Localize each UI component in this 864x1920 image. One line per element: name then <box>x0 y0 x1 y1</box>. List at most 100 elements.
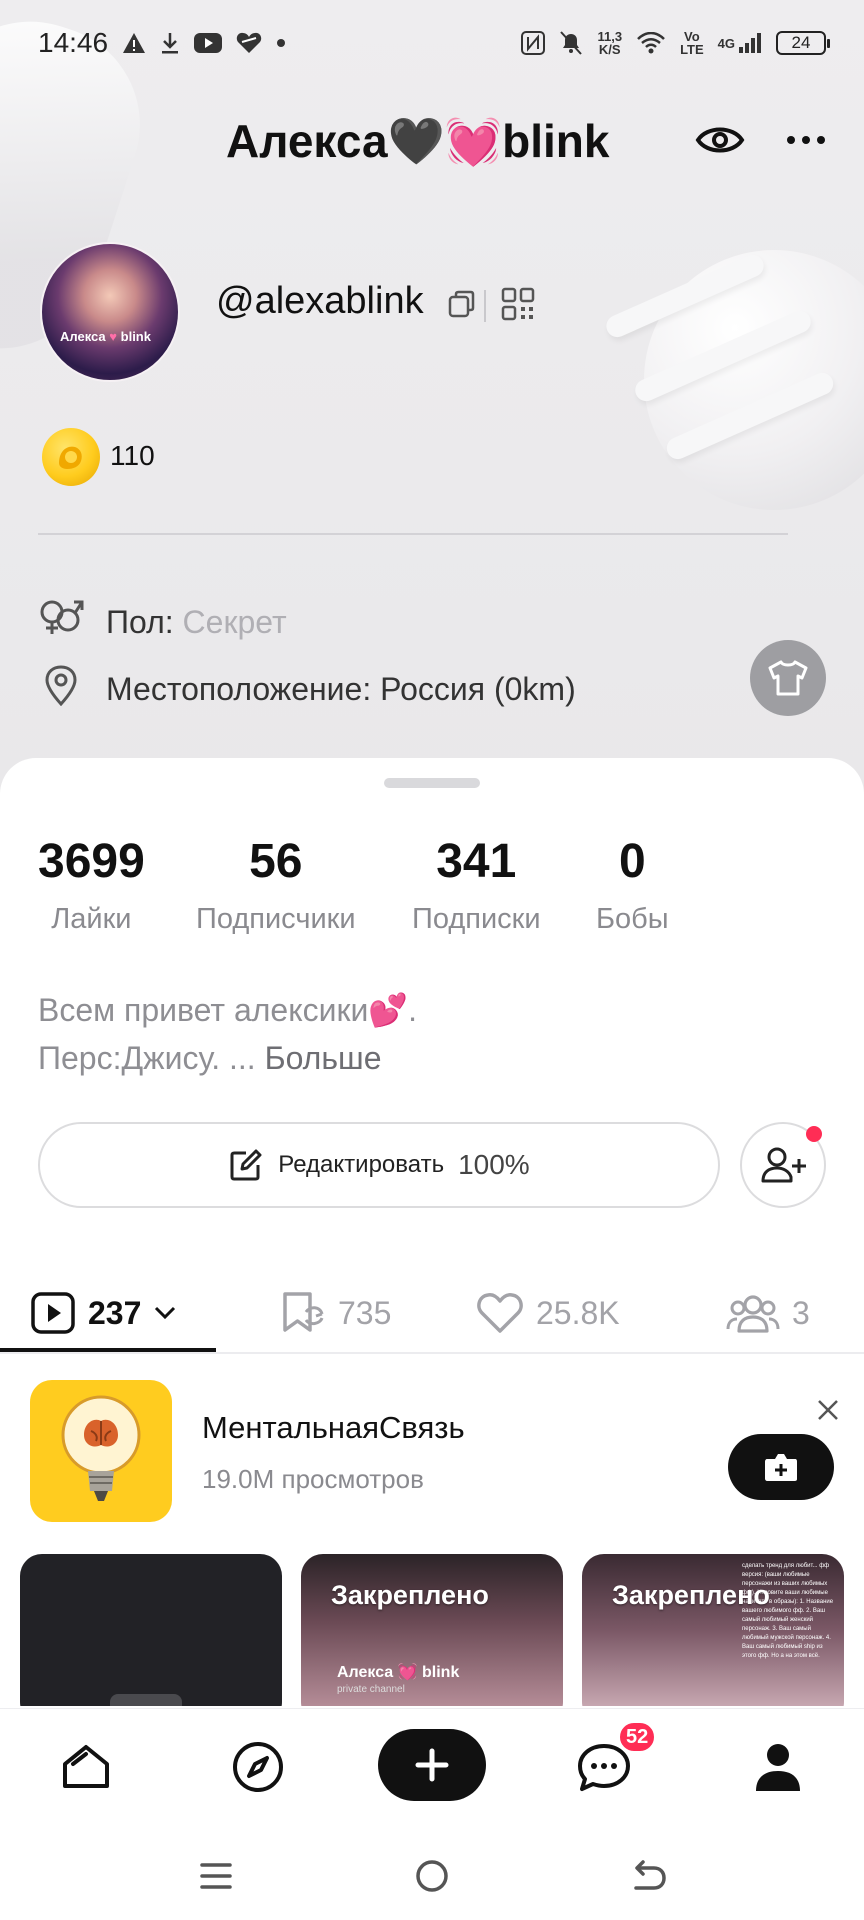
video-icon <box>31 1292 75 1334</box>
video-thumbnail[interactable] <box>20 1554 282 1706</box>
health-heart-icon <box>236 31 262 55</box>
copy-icon[interactable] <box>446 288 478 325</box>
thumbnail-text: сделать тренд для любит... фф версия: (в… <box>742 1563 834 1659</box>
stat-value: 341 <box>436 835 517 888</box>
location-pin-icon <box>38 664 84 714</box>
nav-home[interactable] <box>52 1733 120 1801</box>
home-system-button[interactable] <box>410 1854 454 1898</box>
nav-discover[interactable] <box>224 1733 292 1801</box>
nav-profile[interactable] <box>744 1733 812 1801</box>
stat-label: Подписки <box>412 903 541 935</box>
edit-profile-button[interactable]: Редактировать 100% <box>38 1122 720 1208</box>
video-thumbnail[interactable]: Закреплено Алекса 💓 blink private channe… <box>301 1554 563 1706</box>
youtube-icon <box>194 33 223 53</box>
pink-heart-emoji: 💓 <box>444 115 503 167</box>
pinned-label: Закреплено <box>612 1580 770 1610</box>
video-thumbnail[interactable]: сделать тренд для любит... фф версия: (в… <box>582 1554 844 1706</box>
profile-header: Алекса🖤💓blink <box>0 108 864 178</box>
avatar[interactable]: Алекса ♥ blink <box>40 242 180 382</box>
tab-reposts[interactable]: 735 <box>280 1276 391 1350</box>
stat-likes[interactable]: 3699 Лайки <box>38 834 145 936</box>
black-heart-emoji: 🖤 <box>387 115 445 167</box>
chevron-down-icon <box>155 1306 176 1320</box>
stat-label: Подписчики <box>196 903 356 935</box>
pinned-label: Закреплено <box>331 1580 489 1610</box>
visitors-eye-button[interactable] <box>692 112 748 168</box>
thumbnail-watermark: Алекса 💓 blink <box>337 1664 460 1681</box>
tab-count: 25.8K <box>536 1294 620 1331</box>
back-system-button[interactable] <box>626 1854 670 1898</box>
back-arrow-icon <box>634 1860 666 1890</box>
promo-thumbnail <box>30 1380 172 1522</box>
battery-level: 24 <box>791 33 811 52</box>
bottom-navigation: 52 <box>0 1708 864 1824</box>
tab-liked[interactable]: 25.8K <box>476 1276 620 1350</box>
gender-row: Пол: Секрет <box>38 598 287 646</box>
nfc-icon <box>521 31 546 55</box>
nav-create-button[interactable] <box>378 1729 486 1801</box>
stat-label: Лайки <box>51 903 132 935</box>
stat-value: 3699 <box>38 835 145 888</box>
stat-value: 0 <box>618 835 646 888</box>
thumbnail-subtext: private channel <box>337 1684 405 1695</box>
signal-icon: 4G <box>718 32 762 54</box>
title-text-right: blink <box>502 115 610 167</box>
recent-apps-button[interactable] <box>194 1854 238 1898</box>
group-icon <box>726 1295 780 1333</box>
location-label: Местоположение: Россия (0km) <box>106 670 576 707</box>
promo-create-button[interactable] <box>728 1434 834 1500</box>
profile-icon <box>756 1744 800 1791</box>
more-options-button[interactable] <box>778 112 834 168</box>
profile-title: Алекса🖤💓blink <box>226 114 609 169</box>
sheet-handle[interactable] <box>384 778 480 788</box>
gender-value: Секрет <box>182 603 287 640</box>
outfit-button[interactable] <box>750 640 826 716</box>
title-text-left: Алекса <box>226 115 388 167</box>
tab-groups[interactable]: 3 <box>726 1276 810 1350</box>
system-navigation-bar <box>0 1824 864 1920</box>
stat-value: 56 <box>249 835 303 888</box>
download-icon <box>160 31 180 55</box>
coin-count: 110 <box>110 440 155 471</box>
battery-icon: 24 <box>776 31 830 55</box>
eye-icon <box>695 127 745 153</box>
username: @alexablink <box>216 280 424 322</box>
promo-title: МентальнаяСвязь <box>202 1410 465 1445</box>
stat-following[interactable]: 341 Подписки <box>412 834 541 936</box>
lightbulb-brain-icon <box>61 1395 141 1501</box>
edit-icon <box>230 1149 262 1181</box>
tab-count: 3 <box>792 1294 810 1331</box>
profile-completion-percent: 100% <box>458 1149 530 1180</box>
qr-code-icon[interactable] <box>500 286 536 327</box>
home-icon <box>63 1745 109 1788</box>
coin-icon[interactable] <box>42 428 100 486</box>
gender-icon <box>38 598 84 646</box>
add-user-icon <box>761 1147 806 1183</box>
net-speed: 11,3 K/S <box>597 29 623 57</box>
status-time: 14:46 <box>38 27 109 58</box>
volte-indicator: Vo LTE <box>680 29 704 57</box>
add-friend-button[interactable] <box>740 1122 826 1208</box>
stat-label: Бобы <box>596 903 669 935</box>
username-divider <box>484 290 486 322</box>
warning-icon <box>122 32 146 54</box>
promo-banner[interactable]: МентальнаяСвязь 19.0M просмотров <box>0 1370 864 1530</box>
messages-badge: 52 <box>618 1721 657 1753</box>
dot-icon <box>276 38 286 48</box>
bio-more-link[interactable]: Больше <box>265 1040 382 1076</box>
stat-beans[interactable]: 0 Бобы <box>596 834 669 936</box>
mute-bell-icon <box>559 30 583 56</box>
bio-line: Всем привет алексики💕. <box>38 992 418 1028</box>
tab-videos[interactable]: 237 <box>30 1276 177 1350</box>
tab-count: 735 <box>338 1294 392 1331</box>
compass-icon <box>233 1742 283 1792</box>
heart-icon <box>477 1293 523 1333</box>
tabs-divider <box>0 1352 864 1354</box>
divider <box>38 533 788 535</box>
close-icon <box>818 1400 838 1420</box>
camera-placeholder-icon <box>110 1694 182 1706</box>
stat-followers[interactable]: 56 Подписчики <box>196 834 356 936</box>
bio[interactable]: Всем привет алексики💕. Перс:Джису. ... Б… <box>38 986 417 1082</box>
wifi-icon <box>636 32 666 54</box>
close-promo-button[interactable] <box>816 1398 840 1427</box>
